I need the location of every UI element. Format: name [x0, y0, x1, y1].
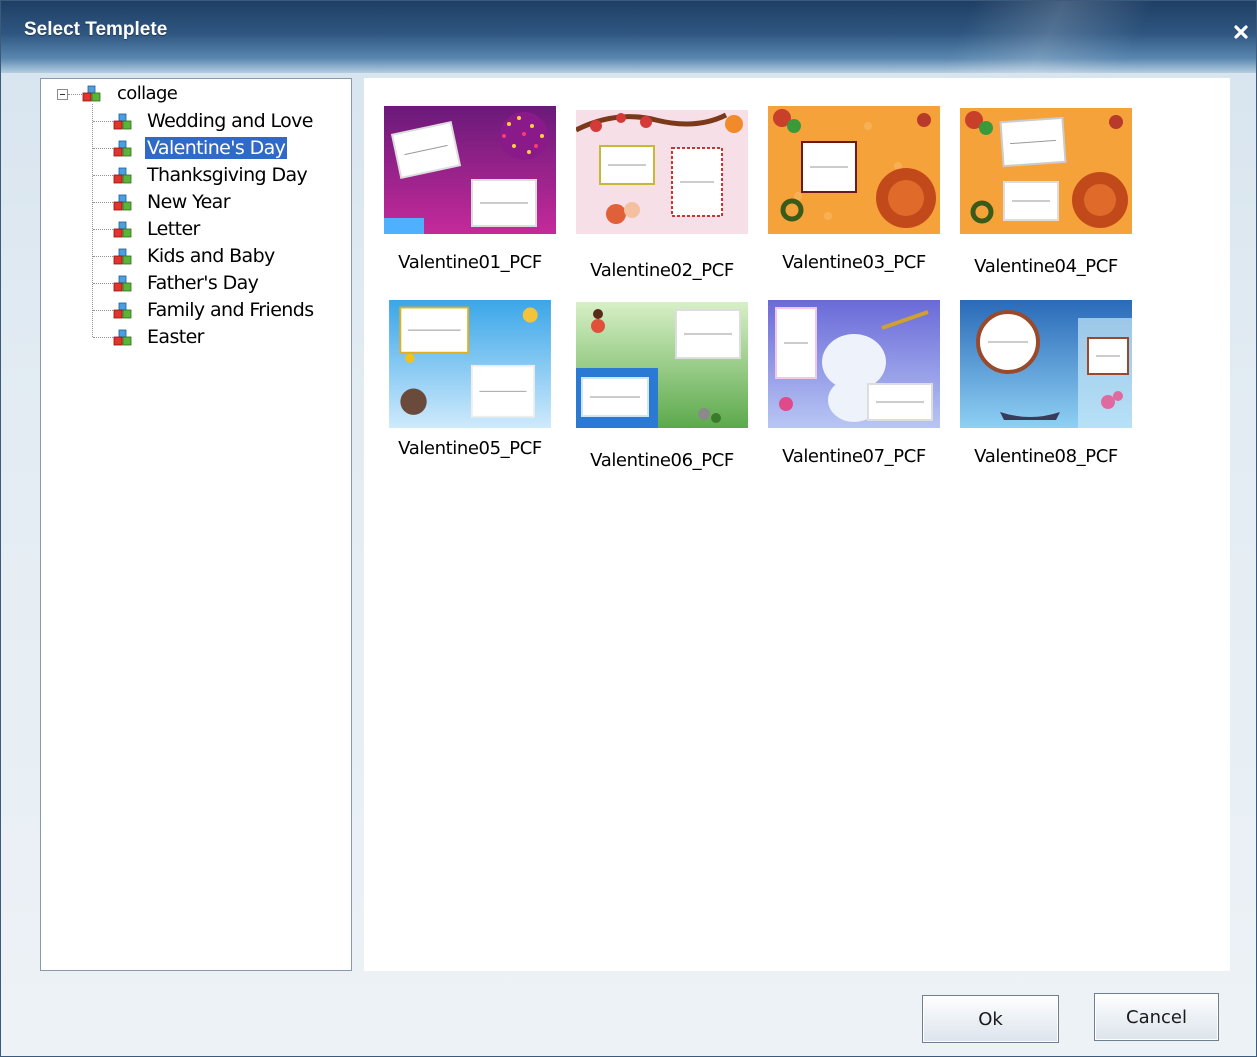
- tree-item-easter[interactable]: Easter: [145, 326, 206, 348]
- category-icon: [113, 302, 133, 320]
- template-valentine03-pcf[interactable]: Valentine03_PCF: [758, 106, 950, 273]
- tree-item-wedding-and-love[interactable]: Wedding and Love: [145, 110, 315, 132]
- title-bar-sheen: [838, 1, 1256, 73]
- template-thumbnail: [960, 300, 1132, 428]
- template-valentine08-pcf[interactable]: Valentine08_PCF: [950, 300, 1142, 467]
- category-icon: [113, 167, 133, 185]
- close-icon: [1234, 25, 1248, 39]
- template-valentine06-pcf[interactable]: Valentine06_PCF: [566, 300, 758, 471]
- tree-connector: [93, 121, 113, 122]
- template-thumbnail: [768, 300, 940, 428]
- tree-item-family-and-friends[interactable]: Family and Friends: [145, 299, 316, 321]
- ok-button[interactable]: Ok: [922, 995, 1059, 1043]
- category-icon: [113, 248, 133, 266]
- category-icon: [113, 329, 133, 347]
- category-icon: [113, 275, 133, 293]
- template-label: Valentine08_PCF: [974, 446, 1118, 467]
- template-valentine01-pcf[interactable]: Valentine01_PCF: [374, 106, 566, 273]
- template-label: Valentine04_PCF: [974, 256, 1118, 277]
- category-icon: [113, 113, 133, 131]
- template-thumbnail: [389, 300, 551, 428]
- close-button[interactable]: [1230, 21, 1252, 43]
- tree-connector: [68, 94, 82, 95]
- template-valentine02-pcf[interactable]: Valentine02_PCF: [566, 106, 758, 281]
- template-label: Valentine03_PCF: [782, 252, 926, 273]
- template-label: Valentine05_PCF: [398, 438, 542, 459]
- category-tree[interactable]: collage Wedding and Love Valentine's Day Th…: [40, 78, 352, 971]
- category-icon: [113, 221, 133, 239]
- template-thumbnail: [576, 110, 748, 234]
- tree-connector: [93, 283, 113, 284]
- template-label: Valentine02_PCF: [590, 260, 734, 281]
- template-thumbnail: [960, 108, 1132, 234]
- tree-connector: [93, 256, 113, 257]
- tree-item-father-s-day[interactable]: Father's Day: [145, 272, 260, 294]
- category-icon: [82, 85, 102, 103]
- template-valentine05-pcf[interactable]: Valentine05_PCF: [374, 300, 566, 459]
- title-bar[interactable]: Select Templete: [1, 1, 1256, 73]
- tree-connector: [93, 229, 113, 230]
- template-label: Valentine01_PCF: [398, 252, 542, 273]
- tree-connector: [93, 202, 113, 203]
- template-label: Valentine06_PCF: [590, 450, 734, 471]
- tree-connector: [93, 337, 113, 338]
- cancel-button[interactable]: Cancel: [1094, 993, 1219, 1041]
- template-thumbnail: [768, 106, 940, 234]
- category-icon: [113, 194, 133, 212]
- tree-connector: [93, 310, 113, 311]
- tree-item-valentine-s-day[interactable]: Valentine's Day: [145, 137, 288, 159]
- template-grid[interactable]: Valentine01_PCF Valentine02_PCF Valentin…: [364, 78, 1230, 971]
- template-valentine04-pcf[interactable]: Valentine04_PCF: [950, 106, 1142, 277]
- tree-item-letter[interactable]: Letter: [145, 218, 202, 240]
- tree-item-thanksgiving-day[interactable]: Thanksgiving Day: [145, 164, 309, 186]
- collapse-toggle[interactable]: [57, 89, 68, 100]
- tree-item-kids-and-baby[interactable]: Kids and Baby: [145, 245, 277, 267]
- tree-root-label[interactable]: collage: [115, 83, 179, 105]
- template-valentine07-pcf[interactable]: Valentine07_PCF: [758, 300, 950, 467]
- category-icon: [113, 140, 133, 158]
- template-label: Valentine07_PCF: [782, 446, 926, 467]
- template-thumbnail: [576, 302, 748, 428]
- template-thumbnail: [384, 106, 556, 234]
- select-template-dialog: Select Templete collage Wedding and Love V…: [0, 0, 1257, 1057]
- tree-connector: [93, 175, 113, 176]
- tree-connector: [93, 148, 113, 149]
- tree-connector: [92, 104, 93, 337]
- tree-item-new-year[interactable]: New Year: [145, 191, 232, 213]
- dialog-title: Select Templete: [24, 19, 168, 40]
